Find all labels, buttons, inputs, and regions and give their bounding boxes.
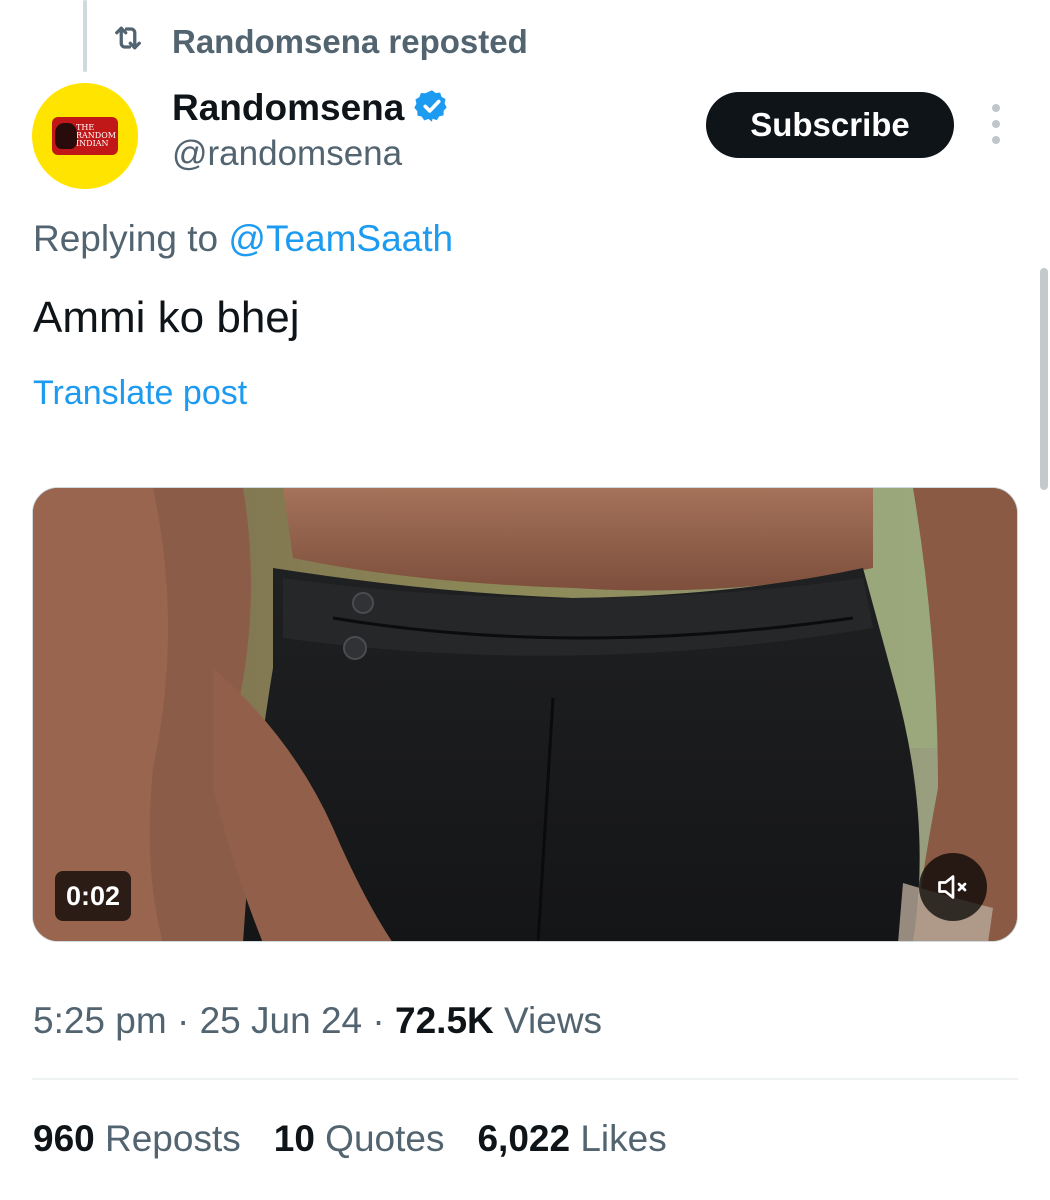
quotes-stat[interactable]: 10 Quotes: [274, 1118, 445, 1160]
repost-icon: [110, 20, 146, 64]
reposts-stat[interactable]: 960 Reposts: [33, 1118, 241, 1160]
author-display-name[interactable]: Randomsena: [172, 87, 404, 129]
author-handle[interactable]: @randomsena: [172, 134, 450, 174]
post-text: Ammi ko bhej: [33, 293, 300, 342]
likes-label: Likes: [570, 1118, 667, 1159]
likes-count: 6,022: [477, 1118, 571, 1159]
views-count: 72.5K: [395, 1000, 494, 1041]
verified-badge-icon[interactable]: [414, 88, 450, 129]
repost-text: Randomsena reposted: [172, 23, 528, 60]
tweet-detail: Randomsena reposted THE RANDOM INDIAN Rand…: [0, 0, 1050, 1200]
reposts-count: 960: [33, 1118, 95, 1159]
scrollbar[interactable]: [1040, 268, 1048, 490]
replying-mention-link[interactable]: @TeamSaath: [228, 218, 453, 259]
engagement-stats: 960 Reposts 10 Quotes 6,022 Likes: [33, 1118, 667, 1160]
video-timer: 0:02: [55, 871, 131, 921]
meta-separator: ·: [362, 1000, 396, 1041]
subscribe-button[interactable]: Subscribe: [706, 92, 954, 158]
post-date[interactable]: 25 Jun 24: [200, 1000, 363, 1041]
replying-prefix: Replying to: [33, 218, 229, 259]
video-player[interactable]: 0:02: [32, 487, 1018, 942]
reposts-label: Reposts: [94, 1118, 241, 1159]
quotes-count: 10: [273, 1118, 315, 1159]
meta-separator: ·: [166, 1000, 200, 1041]
divider: [32, 1078, 1018, 1080]
translate-post-link[interactable]: Translate post: [33, 374, 247, 413]
post-metadata: 5:25 pm · 25 Jun 24 · 72.5K Views: [33, 1000, 602, 1042]
quotes-label: Quotes: [314, 1118, 445, 1159]
views-label: Views: [493, 1000, 603, 1041]
video-frame: [33, 488, 1017, 941]
more-vertical-icon[interactable]: [982, 104, 1010, 144]
avatar[interactable]: THE RANDOM INDIAN: [32, 83, 138, 189]
likes-stat[interactable]: 6,022 Likes: [477, 1118, 666, 1160]
repost-context[interactable]: Randomsena reposted: [110, 20, 528, 64]
replying-to: Replying to @TeamSaath: [33, 218, 453, 260]
post-time[interactable]: 5:25 pm: [33, 1000, 167, 1041]
thread-connector-line: [83, 0, 87, 72]
volume-muted-icon[interactable]: [919, 853, 987, 921]
avatar-logo: THE RANDOM INDIAN: [52, 117, 118, 155]
author-block: Randomsena @randomsena: [172, 84, 450, 174]
